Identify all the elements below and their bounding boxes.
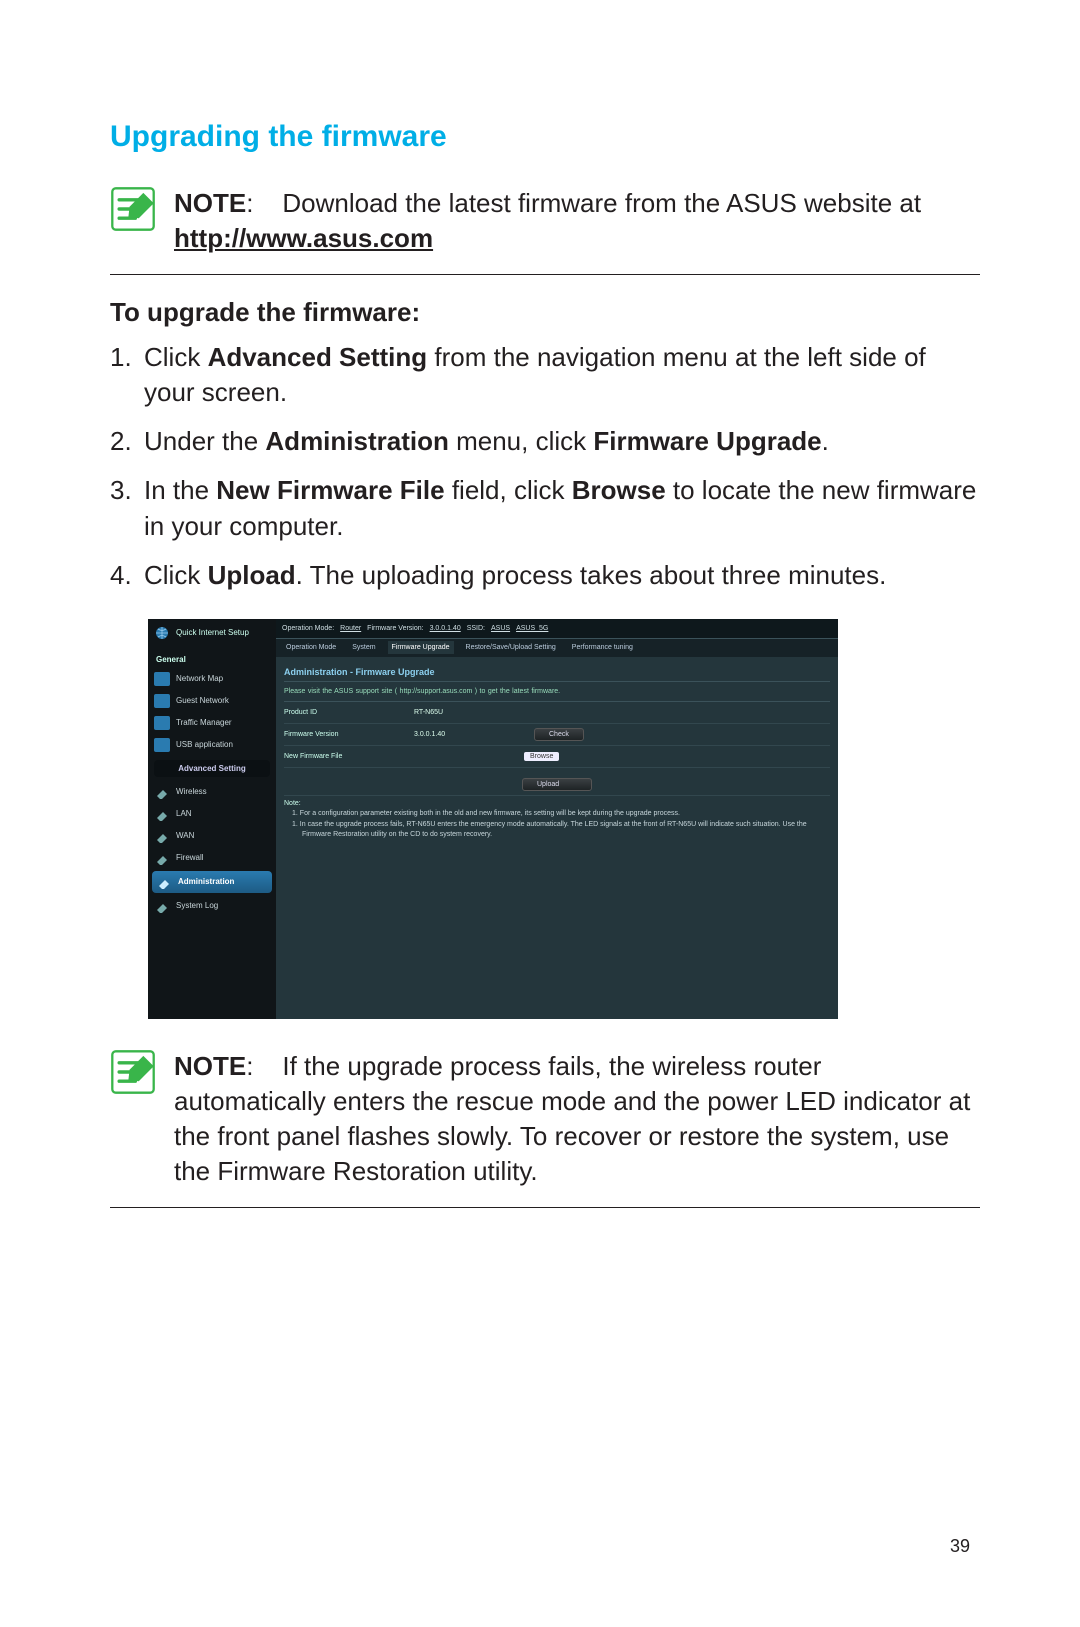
traffic-icon <box>154 716 170 730</box>
ss-panel-title: Administration - Firmware Upgrade <box>284 663 830 682</box>
globe-icon <box>154 625 170 641</box>
ss-tab-operation-mode[interactable]: Operation Mode <box>282 641 340 654</box>
note-icon <box>110 186 156 232</box>
browse-button[interactable]: Browse <box>524 752 559 761</box>
ss-item-wan[interactable]: WAN <box>148 825 276 847</box>
ss-tab-restore[interactable]: Restore/Save/Upload Setting <box>462 641 560 654</box>
guest-icon <box>154 694 170 708</box>
step-text: Click Advanced Setting from the navigati… <box>144 340 980 410</box>
ss-topbar: Operation Mode:Router Firmware Version:3… <box>276 619 838 639</box>
ss-row-new-firmware: New Firmware File Browse <box>284 746 830 768</box>
ss-item-traffic-manager[interactable]: Traffic Manager <box>148 712 276 734</box>
note-block-download: NOTE: Download the latest firmware from … <box>110 186 980 275</box>
ss-item-administration[interactable]: Administration <box>152 871 272 893</box>
ss-tabs: Operation Mode System Firmware Upgrade R… <box>276 639 838 657</box>
tool-icon <box>154 851 170 865</box>
ss-item-wireless[interactable]: Wireless <box>148 781 276 803</box>
step-number: 2. <box>110 424 144 459</box>
check-button[interactable]: Check <box>534 728 584 741</box>
tool-icon <box>154 829 170 843</box>
ss-item-network-map[interactable]: Network Map <box>148 668 276 690</box>
step-number: 3. <box>110 473 144 543</box>
tool-icon <box>156 875 172 889</box>
ss-item-lan[interactable]: LAN <box>148 803 276 825</box>
sub-heading: To upgrade the firmware: <box>110 297 980 328</box>
ss-item-usb-application[interactable]: USB application <box>148 734 276 756</box>
ss-row-firmware-version: Firmware Version 3.0.0.1.40 Check <box>284 724 830 746</box>
map-icon <box>154 672 170 686</box>
ss-item-firewall[interactable]: Firewall <box>148 847 276 869</box>
ss-tab-firmware-upgrade[interactable]: Firmware Upgrade <box>388 641 454 654</box>
step-number: 4. <box>110 558 144 593</box>
ss-tab-performance[interactable]: Performance tuning <box>568 641 637 654</box>
steps-list: 1.Click Advanced Setting from the naviga… <box>110 340 980 593</box>
note-text: NOTE: If the upgrade process fails, the … <box>174 1049 980 1189</box>
ss-note-list: 1. For a configuration parameter existin… <box>284 807 830 839</box>
ss-row-product-id: Product ID RT-N65U <box>284 702 830 724</box>
ss-main: Operation Mode:Router Firmware Version:3… <box>276 619 838 1019</box>
note-text: NOTE: Download the latest firmware from … <box>174 186 980 256</box>
step-text: In the New Firmware File field, click Br… <box>144 473 980 543</box>
usb-icon <box>154 738 170 752</box>
step-text: Click Upload. The uploading process take… <box>144 558 980 593</box>
ss-hint: Please visit the ASUS support site ( htt… <box>284 682 830 702</box>
step-number: 1. <box>110 340 144 410</box>
tool-icon <box>154 899 170 913</box>
upload-button[interactable]: Upload <box>522 778 592 791</box>
ss-note-label: Note: <box>284 795 830 807</box>
note-block-rescue: NOTE: If the upgrade process fails, the … <box>110 1049 980 1208</box>
ss-item-guest-network[interactable]: Guest Network <box>148 690 276 712</box>
page-title: Upgrading the firmware <box>110 120 980 154</box>
ss-panel: Administration - Firmware Upgrade Please… <box>276 657 838 847</box>
ss-tab-system[interactable]: System <box>348 641 379 654</box>
ss-item-system-log[interactable]: System Log <box>148 895 276 917</box>
router-screenshot: Quick Internet Setup General Network Map… <box>148 619 838 1019</box>
ss-quick-setup[interactable]: Quick Internet Setup <box>148 619 276 647</box>
page-number: 39 <box>950 1536 970 1557</box>
tool-icon <box>154 807 170 821</box>
ss-section-general: General <box>148 647 276 668</box>
ss-sidebar: Quick Internet Setup General Network Map… <box>148 619 276 1019</box>
step-text: Under the Administration menu, click Fir… <box>144 424 980 459</box>
note-icon <box>110 1049 156 1095</box>
ss-advanced-setting[interactable]: Advanced Setting <box>154 760 270 777</box>
tool-icon <box>154 785 170 799</box>
